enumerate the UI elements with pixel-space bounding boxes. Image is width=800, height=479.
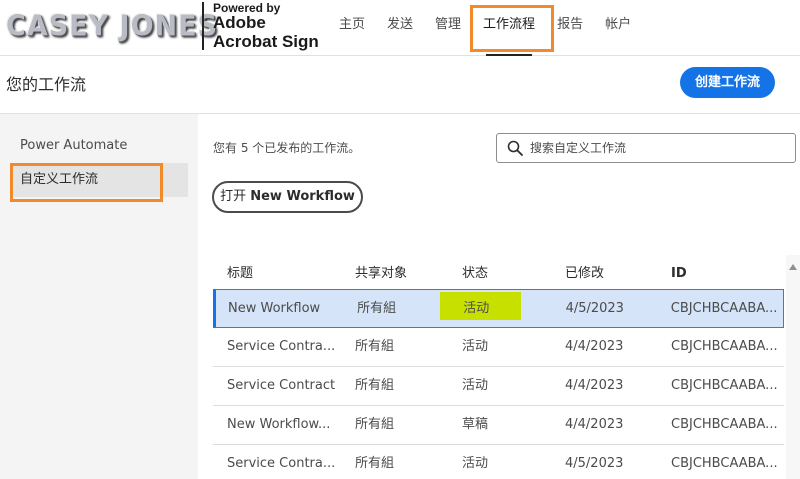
nav-manage[interactable]: 管理 xyxy=(424,0,472,56)
page-title: 您的工作流 xyxy=(6,75,87,94)
nav-account[interactable]: 帐户 xyxy=(594,0,642,56)
table-row[interactable]: New Workflow... 所有組 草稿 4/4/2023 CBJCHBCA… xyxy=(213,406,784,445)
cell-title: Service Contra... xyxy=(227,456,336,471)
table-row[interactable]: Service Contra... 所有組 活动 4/4/2023 CBJCHB… xyxy=(213,328,784,367)
column-header-shared-with[interactable]: 共享对象 xyxy=(355,255,462,289)
cell-modified: 4/4/2023 xyxy=(565,378,624,393)
search-box xyxy=(496,133,796,163)
cell-status: 草稿 xyxy=(462,417,489,432)
table-row[interactable]: New Workflow 所有組 活动 4/5/2023 CBJCHBCAABA… xyxy=(213,289,784,328)
table-row[interactable]: Service Contra... 所有組 活动 4/5/2023 CBJCHB… xyxy=(213,445,784,479)
product-name-line2: Acrobat Sign xyxy=(213,32,319,51)
scroll-up-arrow-icon[interactable] xyxy=(789,264,797,270)
cell-modified: 4/5/2023 xyxy=(565,301,624,316)
product-name-line1: Adobe xyxy=(213,13,266,32)
nav-home[interactable]: 主页 xyxy=(328,0,376,56)
sidebar-custom-workflows-highlight-box xyxy=(10,163,163,202)
nav-send[interactable]: 发送 xyxy=(376,0,424,56)
cell-shared: 所有組 xyxy=(355,456,395,471)
cell-modified: 4/4/2023 xyxy=(565,417,624,432)
cell-title: New Workflow... xyxy=(227,417,331,432)
workflow-table: 标题 共享对象 状态 已修改 ID New Workflow 所有組 活动 4/… xyxy=(213,255,784,479)
cell-title: New Workflow xyxy=(228,301,321,316)
cell-status: 活动 xyxy=(462,339,489,354)
open-workflow-button[interactable]: 打开 New Workflow xyxy=(212,181,363,213)
cell-modified: 4/5/2023 xyxy=(565,456,624,471)
cell-id: CBJCHBCAABA... xyxy=(670,301,778,316)
cell-shared: 所有組 xyxy=(355,417,395,432)
sidebar-item-power-automate[interactable]: Power Automate xyxy=(10,129,188,163)
cell-shared: 所有組 xyxy=(355,339,395,354)
top-nav-bar: CASEY JONES Powered by Adobe Acrobat Sig… xyxy=(0,0,800,56)
cell-id: CBJCHBCAABA... xyxy=(671,417,778,432)
cell-modified: 4/4/2023 xyxy=(565,339,624,354)
cell-id: CBJCHBCAABA... xyxy=(671,378,778,393)
cell-id: CBJCHBCAABA... xyxy=(671,456,778,471)
cell-shared: 所有組 xyxy=(355,378,395,393)
open-button-prefix: 打开 xyxy=(220,189,251,204)
table-row[interactable]: Service Contract 所有組 活动 4/4/2023 CBJCHBC… xyxy=(213,367,784,406)
cell-title: Service Contract xyxy=(227,378,336,393)
cell-id: CBJCHBCAABA... xyxy=(671,339,778,354)
search-input[interactable] xyxy=(530,134,790,162)
column-header-status[interactable]: 状态 xyxy=(462,255,565,289)
table-header: 标题 共享对象 状态 已修改 ID xyxy=(213,255,784,289)
create-workflow-button[interactable]: 创建工作流 xyxy=(680,67,775,98)
nav-workflows-highlight-box xyxy=(470,5,554,52)
open-button-workflow-name: New Workflow xyxy=(250,189,355,204)
table-scrollbar[interactable] xyxy=(786,255,800,479)
cell-status: 活动 xyxy=(462,456,489,471)
column-header-id[interactable]: ID xyxy=(671,255,784,289)
cell-status: 活动 xyxy=(462,378,489,393)
column-header-title[interactable]: 标题 xyxy=(213,255,355,289)
search-icon xyxy=(507,140,523,156)
column-header-modified[interactable]: 已修改 xyxy=(565,255,671,289)
product-name: Adobe Acrobat Sign xyxy=(213,13,319,51)
cell-status: 活动 xyxy=(463,301,490,316)
workflow-count-text: 您有 5 个已发布的工作流。 xyxy=(213,141,361,155)
cell-title: Service Contra... xyxy=(227,339,336,354)
brand-divider xyxy=(202,2,204,50)
brand-logo[interactable]: CASEY JONES xyxy=(6,8,217,46)
